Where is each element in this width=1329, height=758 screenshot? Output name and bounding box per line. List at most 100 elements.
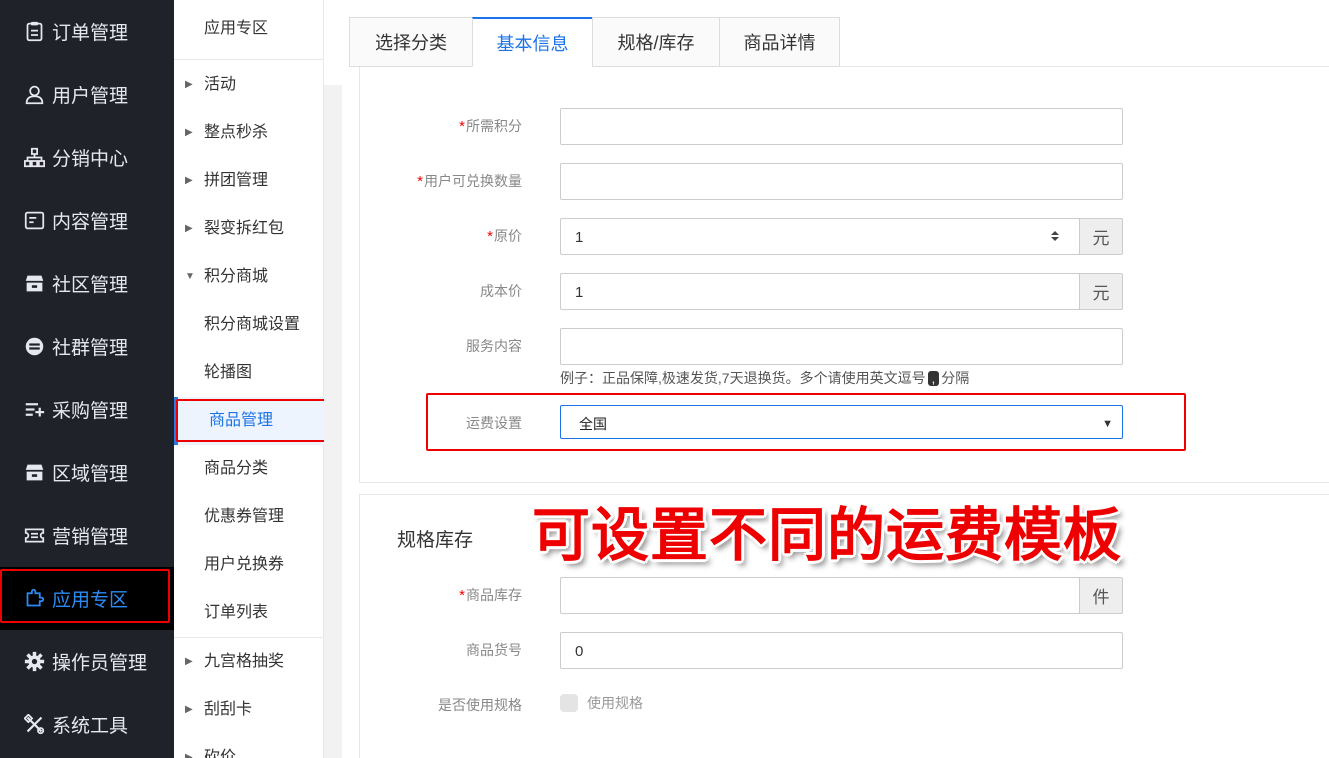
comma-badge: , [927, 371, 940, 386]
sitemap-icon [23, 147, 45, 169]
sidebar-item-label: 社区管理 [52, 275, 129, 296]
sidebar-item-apps[interactable]: 应用专区 [0, 567, 174, 630]
caret-right-icon: ▶ [185, 127, 193, 138]
service-hint: 例子：正品保障,极速发货,7天退换货。多个请使用英文逗号, 分隔 [560, 368, 969, 388]
use-spec-checkbox-label[interactable]: 使用规格 [587, 693, 643, 713]
points-label: *所需积分 [352, 116, 522, 136]
sub-menu-title: 应用专区 [174, 0, 324, 60]
tab-category[interactable]: 选择分类 [349, 17, 472, 67]
puzzle-icon [23, 588, 45, 610]
stock-section-title: 规格库存 [397, 530, 474, 551]
submenu-label: 积分商城 [204, 268, 269, 285]
submenu-highlight-box [176, 399, 341, 442]
cost-input[interactable]: 1 [560, 273, 1080, 310]
sidebar-item-label: 分销中心 [52, 149, 129, 170]
use-spec-checkbox[interactable] [560, 694, 578, 712]
minus-circle-icon [23, 336, 45, 358]
sidebar-item-label: 用户管理 [52, 86, 129, 107]
submenu-item-coupons[interactable]: 优惠券管理 [174, 493, 324, 541]
service-hint-text: 例子：正品保障,极速发货,7天退换货。多个请使用英文逗号 [560, 370, 926, 386]
submenu-item-orders[interactable]: 订单列表 [174, 589, 324, 637]
submenu-item-mall-settings[interactable]: 积分商城设置 [174, 301, 324, 349]
caret-right-icon: ▶ [185, 704, 193, 715]
submenu-label: 刮刮卡 [204, 701, 253, 718]
number-spinner-icon[interactable] [1048, 229, 1062, 243]
required-star: * [459, 118, 465, 135]
sidebar-item-label: 订单管理 [52, 23, 129, 44]
sidebar-item-groups[interactable]: 社群管理 [0, 315, 174, 378]
submenu-item-categories[interactable]: 商品分类 [174, 445, 324, 493]
sidebar-item-label: 营销管理 [52, 527, 129, 548]
required-star: * [417, 173, 423, 190]
annotation-caption: 可设置不同的运费模板 [532, 501, 1123, 569]
stock-unit: 件 [1079, 577, 1123, 614]
sidebar-item-community[interactable]: 社区管理 [0, 252, 174, 315]
gear-icon [23, 651, 45, 673]
sku-input[interactable]: 0 [560, 632, 1123, 669]
sidebar-item-region[interactable]: 区域管理 [0, 441, 174, 504]
sidebar-item-marketing[interactable]: 营销管理 [0, 504, 174, 567]
submenu-item-flash-sale[interactable]: ▶ 整点秒杀 [174, 109, 324, 157]
submenu-item-scratch-card[interactable]: ▶ 刮刮卡 [174, 686, 324, 734]
list-add-icon [23, 399, 45, 421]
submenu-label: 整点秒杀 [204, 124, 269, 141]
sub-menu: 应用专区 ▶ 活动 ▶ 整点秒杀 ▶ 拼团管理 ▶ 裂变拆红包 ▼ 积分商城 积分商城设置… [174, 0, 324, 758]
sidebar-item-distribution[interactable]: 分销中心 [0, 126, 174, 189]
submenu-item-points-mall[interactable]: ▼ 积分商城 [174, 253, 324, 301]
tab-basic-info[interactable]: 基本信息 [472, 17, 592, 67]
tab-spec-stock[interactable]: 规格/库存 [592, 17, 719, 67]
stock-label-text: 商品库存 [466, 587, 522, 603]
caret-right-icon: ▶ [185, 656, 193, 667]
caret-right-icon: ▶ [185, 79, 193, 90]
submenu-label: 优惠券管理 [204, 508, 285, 525]
sidebar-item-label: 内容管理 [52, 212, 129, 233]
submenu-label: 用户兑换券 [204, 556, 285, 573]
tab-details[interactable]: 商品详情 [719, 17, 840, 67]
sidebar-item-orders[interactable]: 订单管理 [0, 0, 174, 63]
price-label-text: 原价 [494, 228, 522, 244]
submenu-item-activity[interactable]: ▶ 活动 [174, 61, 324, 109]
use-spec-label: 是否使用规格 [438, 697, 522, 713]
submenu-label: 订单列表 [204, 604, 269, 621]
service-input[interactable] [560, 328, 1123, 365]
submenu-item-red-packet[interactable]: ▶ 裂变拆红包 [174, 205, 324, 253]
tools-icon [23, 714, 45, 736]
price-input[interactable]: 1 [560, 218, 1080, 255]
price-label: *原价 [352, 226, 522, 246]
content-icon [23, 210, 45, 232]
submenu-label: 拼团管理 [204, 172, 269, 189]
price-unit: 元 [1079, 218, 1123, 255]
submenu-label: 轮播图 [204, 364, 253, 381]
app-root: 订单管理 用户管理 分销中心 内容管理 社区管理 社群管理 采购管理 区域管理 [0, 0, 1329, 758]
store-icon [23, 273, 45, 295]
points-label-text: 所需积分 [466, 118, 522, 134]
submenu-item-user-vouchers[interactable]: 用户兑换券 [174, 541, 324, 589]
sidebar-item-users[interactable]: 用户管理 [0, 63, 174, 126]
sidebar-item-system[interactable]: 系统工具 [0, 693, 174, 756]
required-star: * [459, 587, 465, 604]
sidebar-item-label: 应用专区 [52, 590, 129, 611]
submenu-item-banner[interactable]: 轮播图 [174, 349, 324, 397]
stock-input[interactable] [560, 577, 1080, 614]
sidebar-item-label: 操作员管理 [52, 653, 148, 674]
exchange-qty-input[interactable] [560, 163, 1123, 200]
service-label: 服务内容 [466, 338, 522, 354]
submenu-label: 活动 [204, 76, 237, 93]
sidebar-item-label: 采购管理 [52, 401, 129, 422]
sidebar-item-label: 系统工具 [52, 716, 129, 737]
submenu-item-bargain[interactable]: ▶ 砍价 [174, 734, 324, 758]
caret-right-icon: ▶ [185, 223, 193, 234]
points-input[interactable] [560, 108, 1123, 145]
sidebar-item-purchase[interactable]: 采购管理 [0, 378, 174, 441]
main-sidebar: 订单管理 用户管理 分销中心 内容管理 社区管理 社群管理 采购管理 区域管理 [0, 0, 174, 758]
exchange-qty-label: *用户可兑换数量 [352, 171, 522, 191]
shipping-highlight-box [426, 393, 1186, 451]
submenu-label: 裂变拆红包 [204, 220, 285, 237]
submenu-label: 积分商城设置 [204, 316, 301, 333]
sidebar-item-content[interactable]: 内容管理 [0, 189, 174, 252]
submenu-item-group-buy[interactable]: ▶ 拼团管理 [174, 157, 324, 205]
store-icon [23, 462, 45, 484]
submenu-item-lottery[interactable]: ▶ 九宫格抽奖 [174, 638, 324, 686]
caret-down-icon: ▼ [185, 271, 195, 282]
sidebar-item-operators[interactable]: 操作员管理 [0, 630, 174, 693]
